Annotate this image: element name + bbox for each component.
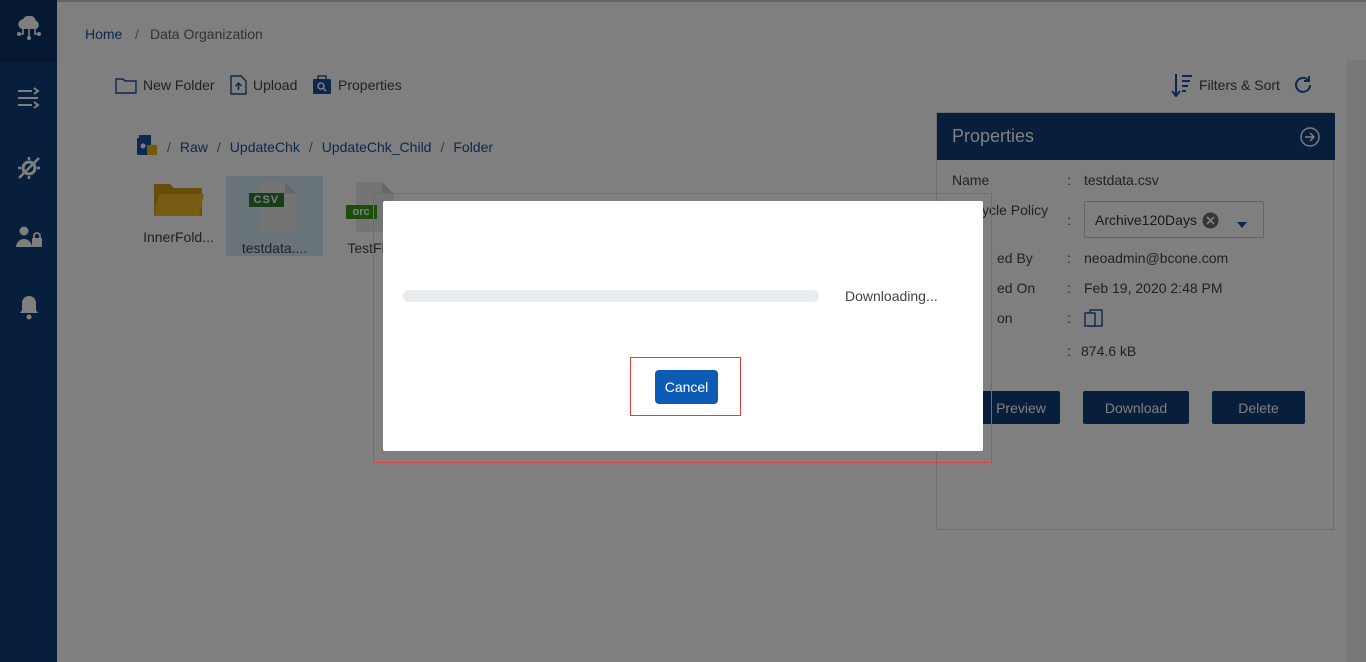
download-progress-bar — [403, 290, 819, 302]
download-dialog: Downloading... Cancel — [383, 201, 983, 451]
cancel-button[interactable]: Cancel — [655, 370, 718, 404]
download-status: Downloading... — [845, 288, 938, 304]
